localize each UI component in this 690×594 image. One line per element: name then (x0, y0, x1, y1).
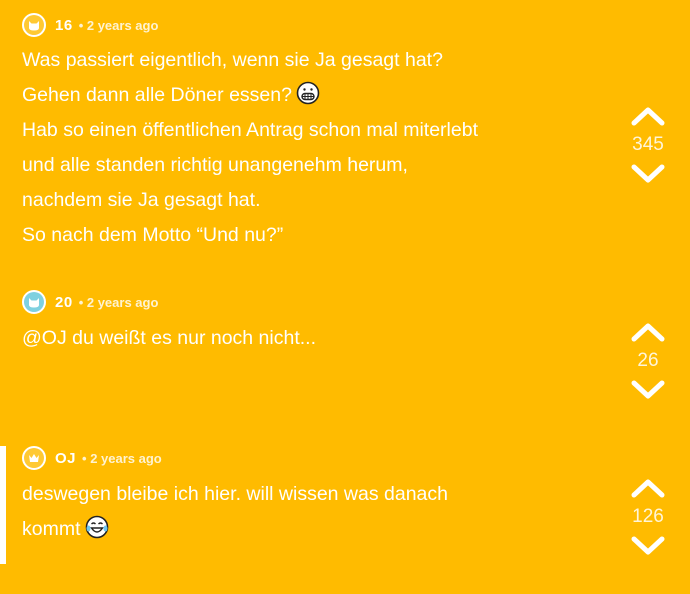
username[interactable]: OJ (55, 450, 76, 467)
upvote-arrow-icon[interactable] (630, 105, 666, 127)
tears-of-joy-icon (85, 515, 108, 539)
vote-count: 26 (637, 350, 659, 371)
avatar[interactable] (22, 13, 46, 37)
grimacing-face-icon (296, 81, 320, 105)
comment-text: deswegen bleibe ich hier. will wissen wa… (22, 477, 448, 547)
downvote-arrow-icon[interactable] (630, 535, 666, 557)
comment-line: Was passiert eigentlich, wenn sie Ja ges… (22, 49, 443, 71)
comment-line: und alle standen richtig unangenehm heru… (22, 154, 408, 176)
comment-line: kommt (22, 512, 448, 547)
comment-line: nachdem sie Ja gesagt hat. (22, 189, 261, 211)
vote-control: 26 (618, 321, 678, 401)
comment-line: So nach dem Motto “Und nu?” (22, 224, 284, 246)
comment-line: Hab so einen öffentlichen Antrag schon m… (22, 119, 478, 141)
comment-header: OJ 2 years ago (22, 446, 162, 470)
cat-icon (29, 21, 39, 31)
avatar[interactable] (22, 446, 46, 470)
vote-count: 126 (632, 506, 664, 527)
username[interactable]: 16 (55, 17, 73, 34)
upvote-arrow-icon[interactable] (630, 477, 666, 499)
timestamp: 2 years ago (82, 451, 162, 466)
downvote-arrow-icon[interactable] (630, 379, 666, 401)
comment-line: @OJ du weißt es nur noch nicht... (22, 327, 317, 349)
comment-header: 20 2 years ago (22, 290, 158, 314)
comment-line: deswegen bleibe ich hier. will wissen wa… (22, 483, 448, 505)
avatar[interactable] (22, 290, 46, 314)
timestamp: 2 years ago (79, 18, 159, 33)
vote-count: 345 (632, 134, 664, 155)
downvote-arrow-icon[interactable] (630, 163, 666, 185)
upvote-arrow-icon[interactable] (630, 321, 666, 343)
cat-icon (29, 298, 39, 308)
username[interactable]: 20 (55, 294, 73, 311)
crown-icon (29, 454, 39, 462)
vote-control: 345 (618, 105, 678, 185)
own-comment-indicator (0, 446, 6, 564)
comment-text: Was passiert eigentlich, wenn sie Ja ges… (22, 43, 478, 253)
timestamp: 2 years ago (79, 295, 159, 310)
comment-text: @OJ du weißt es nur noch nicht... (22, 321, 316, 356)
comment-header: 16 2 years ago (22, 13, 158, 37)
vote-control: 126 (618, 477, 678, 557)
comment-line: Gehen dann alle Döner essen? (22, 78, 478, 113)
